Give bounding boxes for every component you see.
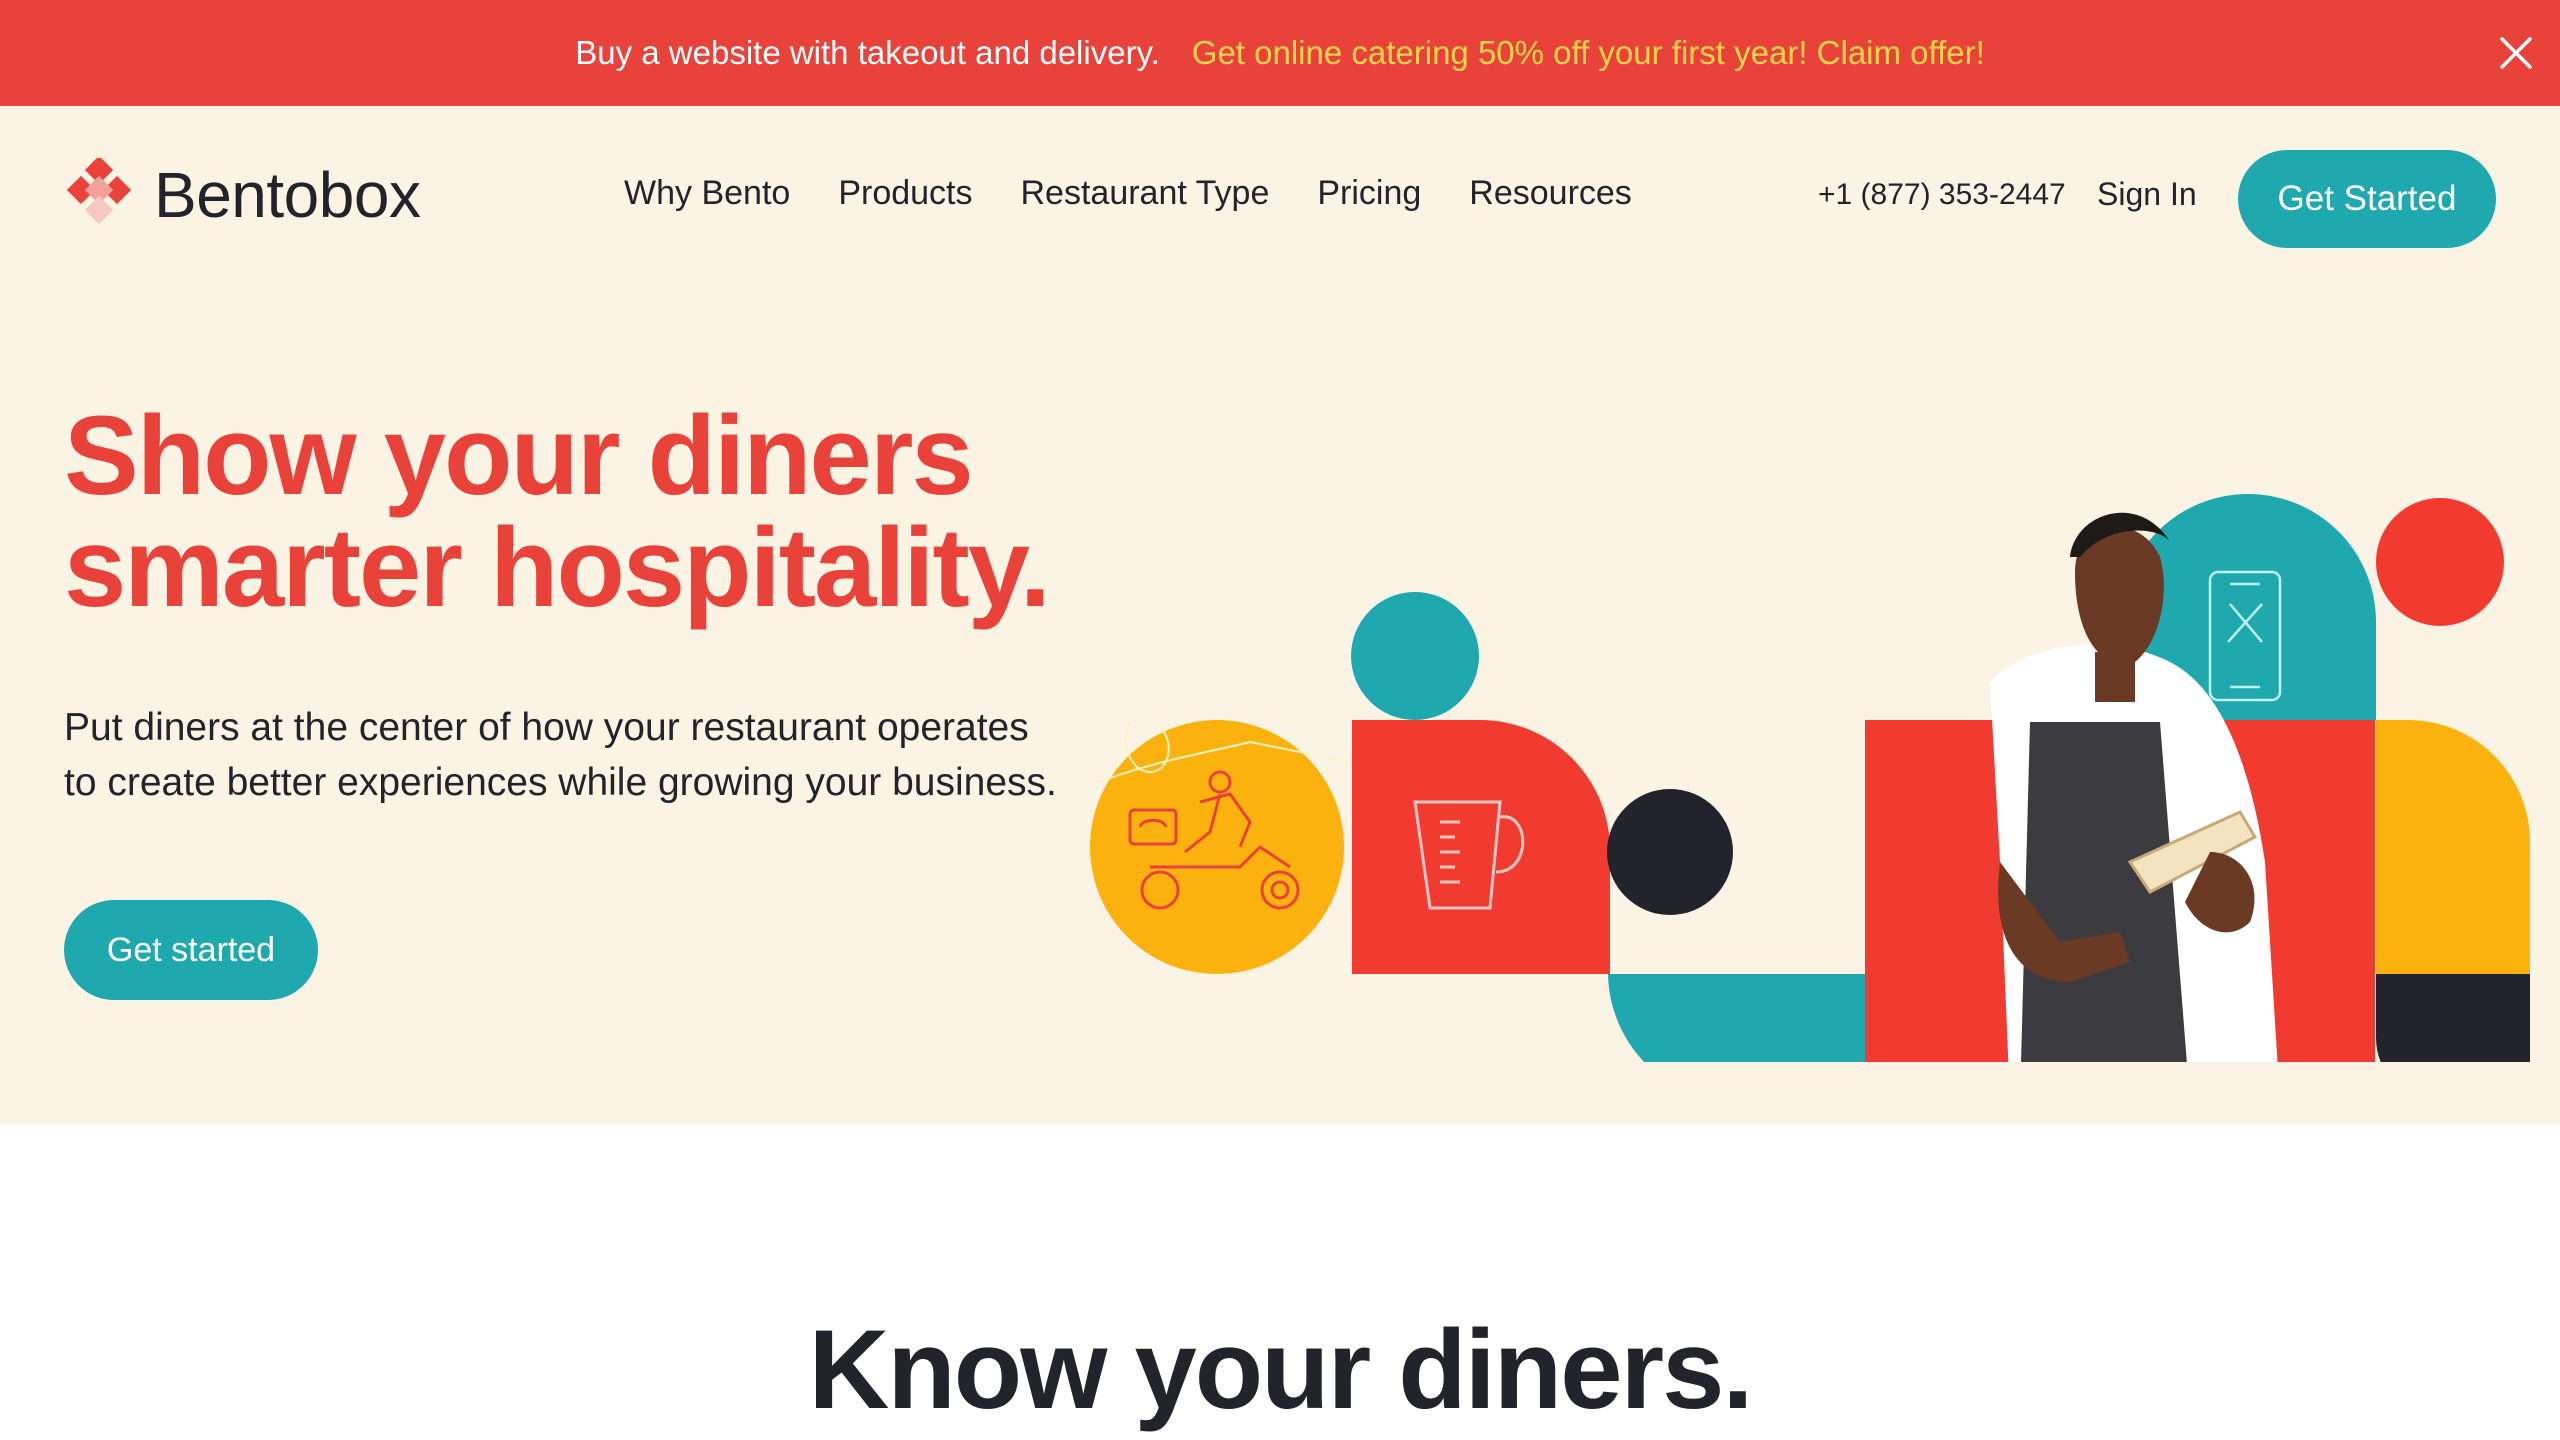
logo-text: Bentobox bbox=[154, 159, 421, 231]
hero-get-started-button[interactable]: Get started bbox=[64, 900, 318, 1000]
phone-link[interactable]: +1 (877) 353-2447 bbox=[1818, 178, 2066, 212]
nav-pricing[interactable]: Pricing bbox=[1317, 174, 1421, 213]
nav-restaurant-type[interactable]: Restaurant Type bbox=[1021, 174, 1270, 213]
get-started-button[interactable]: Get Started bbox=[2238, 150, 2496, 248]
site-header: Bentobox Why Bento Products Restaurant T… bbox=[0, 106, 2560, 292]
promo-banner: Buy a website with takeout and delivery.… bbox=[0, 0, 2560, 106]
hero-title: Show your diners smarter hospitality. bbox=[64, 400, 1164, 624]
promo-offer-link[interactable]: Get online catering 50% off your first y… bbox=[1192, 34, 1985, 72]
nav-products[interactable]: Products bbox=[838, 174, 972, 213]
bentobox-logo-icon bbox=[66, 158, 132, 225]
section-title: Know your diners. bbox=[808, 1307, 1754, 1432]
hero-title-line-1: Show your diners bbox=[64, 393, 974, 518]
hero-section: Show your diners smarter hospitality. Pu… bbox=[0, 292, 2560, 1124]
sign-in-link[interactable]: Sign In bbox=[2097, 176, 2197, 213]
nav-why-bento[interactable]: Why Bento bbox=[624, 174, 790, 213]
hero-subtitle: Put diners at the center of how your res… bbox=[64, 706, 1057, 804]
logo[interactable]: Bentobox bbox=[64, 158, 421, 232]
hero-illustration bbox=[1090, 494, 2530, 1062]
close-icon[interactable] bbox=[2496, 33, 2536, 73]
main-nav: Why Bento Products Restaurant Type Prici… bbox=[624, 174, 1680, 213]
hero-title-line-2: smarter hospitality. bbox=[64, 505, 1051, 630]
nav-resources[interactable]: Resources bbox=[1469, 174, 1632, 213]
promo-text: Buy a website with takeout and delivery. bbox=[575, 34, 1160, 71]
